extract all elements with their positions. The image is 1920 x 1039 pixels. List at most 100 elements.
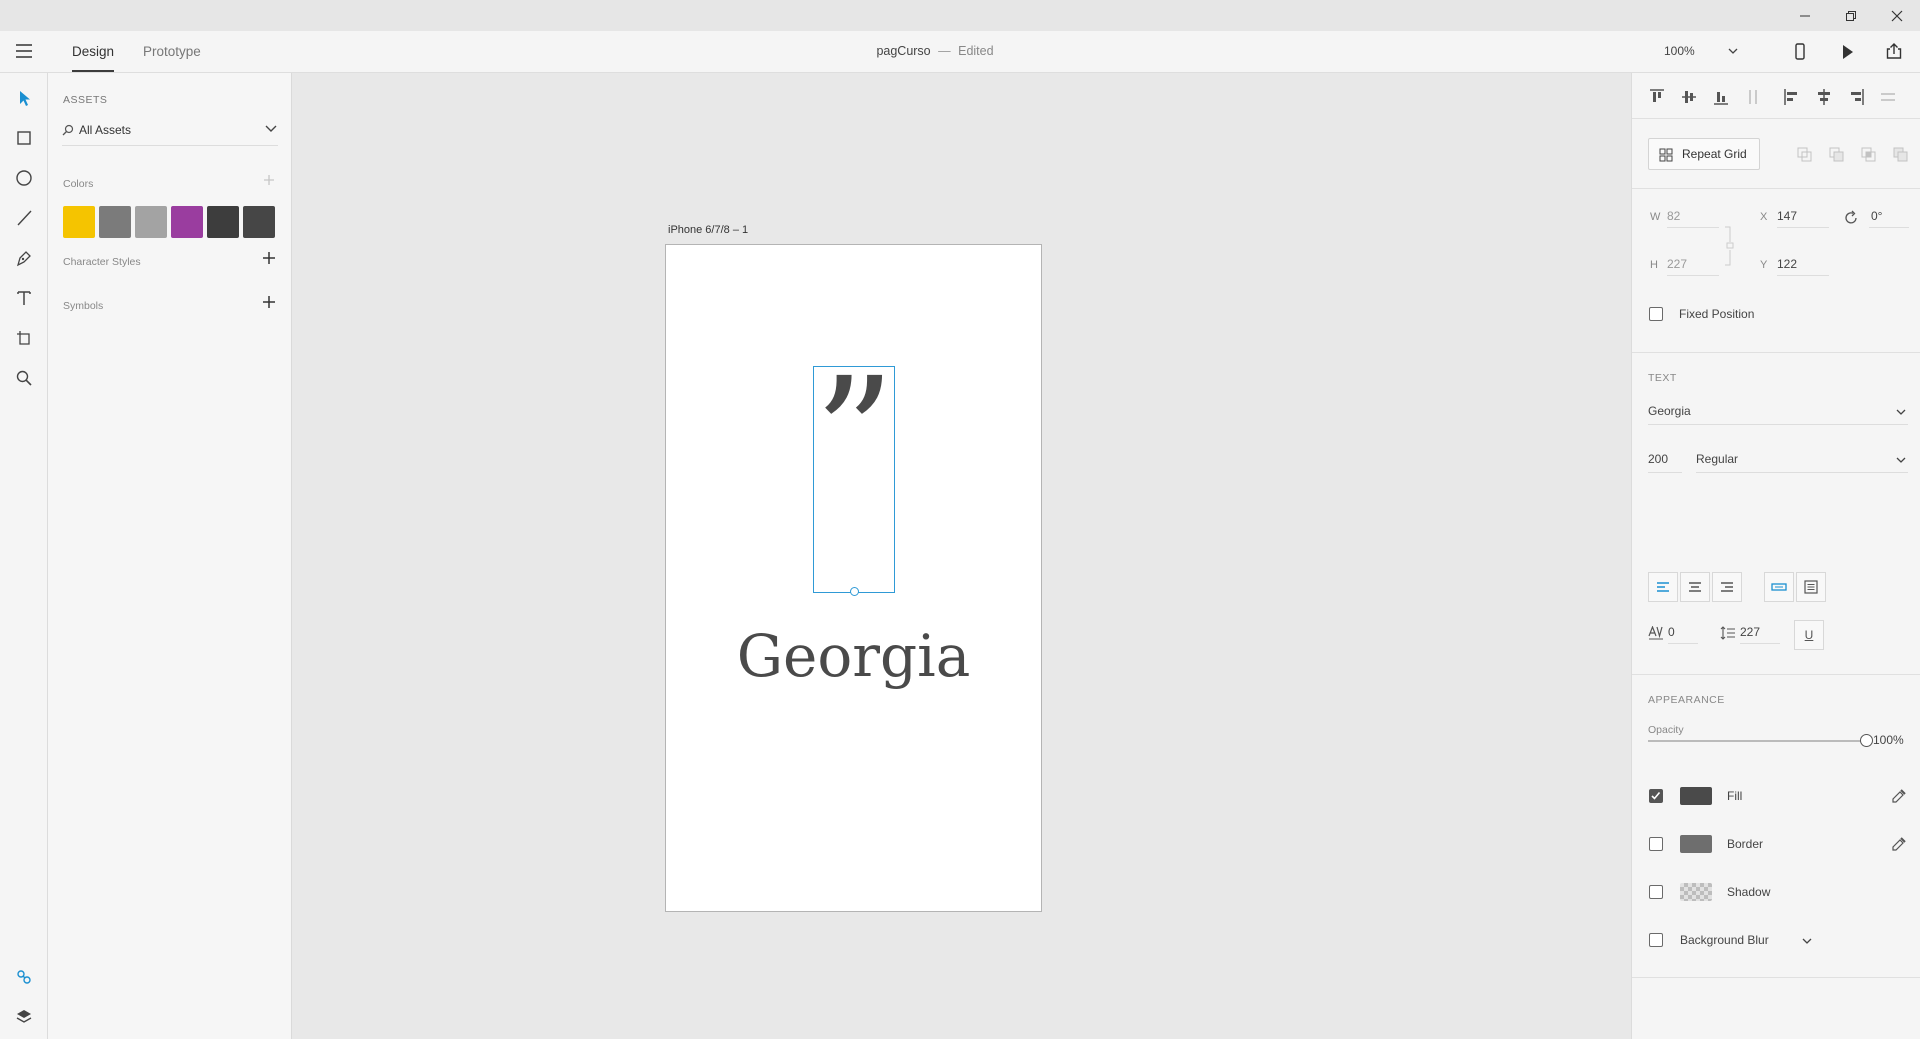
height-value: 227	[1667, 257, 1688, 271]
underline-button[interactable]: U	[1794, 620, 1824, 650]
rotation-input[interactable]: 0°	[1869, 207, 1909, 228]
background-blur-checkbox[interactable]	[1649, 933, 1663, 947]
fixed-size-button[interactable]	[1796, 572, 1826, 602]
selected-text-box[interactable]: ”	[813, 357, 895, 596]
eyedropper-icon[interactable]	[1890, 788, 1906, 804]
opacity-track	[1648, 740, 1866, 742]
share-icon	[1886, 43, 1902, 59]
artboard[interactable]: ” Georgia	[665, 244, 1042, 912]
border-color-swatch[interactable]	[1680, 835, 1712, 853]
font-size-value: 200	[1648, 452, 1669, 466]
add-symbol-button[interactable]	[263, 296, 275, 308]
color-swatch[interactable]	[63, 206, 95, 238]
font-weight-select[interactable]: Regular	[1696, 448, 1908, 473]
align-left-icon[interactable]	[1784, 89, 1800, 105]
align-right-icon[interactable]	[1848, 89, 1864, 105]
text-tool[interactable]	[12, 286, 36, 310]
height-input[interactable]: 227	[1667, 255, 1719, 276]
align-top-icon[interactable]	[1650, 89, 1664, 105]
shadow-color-swatch[interactable]	[1680, 883, 1712, 901]
character-spacing-input[interactable]: 0	[1668, 623, 1698, 644]
assets-panel-toggle[interactable]	[12, 965, 36, 989]
color-swatch[interactable]	[243, 206, 275, 238]
character-spacing-icon	[1648, 626, 1663, 640]
line-tool[interactable]	[12, 206, 36, 230]
zoom-select[interactable]: 100%	[1660, 41, 1742, 63]
lock-aspect-icon[interactable]	[1724, 226, 1736, 266]
shadow-checkbox[interactable]	[1649, 885, 1663, 899]
device-preview-button[interactable]	[1791, 42, 1809, 62]
artboard-name-label[interactable]: iPhone 6/7/8 – 1	[668, 224, 748, 236]
opacity-thumb[interactable]	[1860, 734, 1873, 747]
align-middle-icon[interactable]	[1682, 89, 1696, 105]
background-blur-label: Background Blur	[1680, 933, 1769, 947]
font-size-input[interactable]: 200	[1648, 448, 1682, 473]
font-family-select[interactable]: Georgia	[1648, 400, 1908, 425]
x-value: 147	[1777, 209, 1798, 223]
y-input[interactable]: 122	[1777, 255, 1829, 276]
color-swatch[interactable]	[171, 206, 203, 238]
color-swatch[interactable]	[207, 206, 239, 238]
opacity-slider[interactable]	[1648, 734, 1873, 748]
sample-text-georgia[interactable]: Georgia	[666, 621, 1041, 691]
assets-icon	[17, 970, 31, 984]
assets-filter-select[interactable]: All Assets	[62, 119, 278, 146]
character-spacing-value: 0	[1668, 625, 1675, 639]
align-center-icon[interactable]	[1816, 89, 1832, 105]
fixed-position-checkbox[interactable]	[1649, 307, 1663, 321]
color-swatch[interactable]	[99, 206, 131, 238]
repeat-grid-button[interactable]: Repeat Grid	[1648, 138, 1760, 170]
boolean-subtract-icon	[1829, 147, 1844, 162]
appearance-heading: APPEARANCE	[1648, 694, 1725, 706]
artboard-tool[interactable]	[12, 326, 36, 350]
eyedropper-icon[interactable]	[1890, 836, 1906, 852]
select-tool[interactable]	[12, 86, 36, 110]
x-label: X	[1760, 211, 1768, 223]
width-label: W	[1650, 211, 1661, 223]
minimize-button[interactable]	[1782, 0, 1828, 31]
shadow-label: Shadow	[1727, 885, 1771, 899]
ellipse-tool[interactable]	[12, 166, 36, 190]
fill-checkbox[interactable]	[1649, 789, 1663, 803]
line-spacing-icon	[1720, 626, 1735, 640]
x-input[interactable]: 147	[1777, 207, 1829, 228]
text-align-center-icon	[1689, 582, 1701, 592]
text-align-right-button[interactable]	[1712, 572, 1742, 602]
divider	[1632, 118, 1920, 119]
boolean-add-icon	[1797, 147, 1812, 162]
plus-icon	[264, 175, 274, 185]
text-align-center-button[interactable]	[1680, 572, 1710, 602]
auto-width-button[interactable]	[1764, 572, 1794, 602]
line-spacing-input[interactable]: 227	[1740, 623, 1780, 644]
fill-label: Fill	[1727, 789, 1743, 803]
add-color-button[interactable]	[263, 174, 275, 186]
restore-button[interactable]	[1828, 0, 1874, 31]
fill-color-swatch[interactable]	[1680, 787, 1712, 805]
divider	[1632, 977, 1920, 978]
opacity-value: 100%	[1873, 733, 1904, 747]
chevron-down-icon	[1802, 938, 1812, 944]
close-window-button[interactable]	[1874, 0, 1920, 31]
text-heading: TEXT	[1648, 372, 1677, 384]
align-bottom-icon[interactable]	[1714, 89, 1728, 105]
text-align-left-button[interactable]	[1648, 572, 1678, 602]
width-value: 82	[1667, 209, 1681, 223]
text-icon	[17, 291, 31, 305]
app-header: Design Prototype pagCurso — Edited 100%	[0, 31, 1920, 73]
color-swatch[interactable]	[135, 206, 167, 238]
border-checkbox[interactable]	[1649, 837, 1663, 851]
desktop-preview-button[interactable]	[1838, 42, 1856, 62]
pen-tool[interactable]	[12, 246, 36, 270]
property-inspector: Repeat Grid W 82 H 227 X 147 Y 122 0° Fi…	[1631, 73, 1920, 1039]
background-blur-select[interactable]: Background Blur	[1680, 929, 1830, 951]
zoom-tool[interactable]	[12, 366, 36, 390]
layers-panel-toggle[interactable]	[12, 1005, 36, 1029]
rectangle-tool[interactable]	[12, 126, 36, 150]
add-character-style-button[interactable]	[263, 252, 275, 264]
width-input[interactable]: 82	[1667, 207, 1719, 228]
share-button[interactable]	[1884, 41, 1904, 61]
tools-toolbar	[0, 73, 48, 1039]
rotate-icon	[1845, 210, 1857, 224]
resize-handle[interactable]	[850, 587, 859, 596]
assets-filter-label: All Assets	[79, 123, 132, 137]
